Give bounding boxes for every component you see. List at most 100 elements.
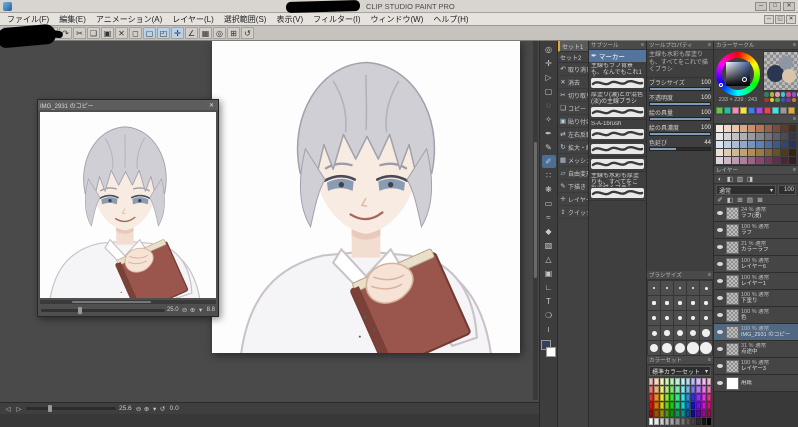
color-swatch[interactable] — [716, 107, 723, 114]
auto-select-tool-icon[interactable]: ◌ — [542, 99, 556, 112]
qa-draft-item[interactable]: ✎ 下描き — [558, 180, 588, 193]
color-swatch[interactable] — [654, 386, 659, 393]
figure-tool-icon[interactable]: △ — [542, 253, 556, 266]
minimize-button[interactable]: ─ — [755, 1, 767, 11]
menu-window[interactable]: ウィンドウ(W) — [366, 14, 429, 25]
color-swatch[interactable] — [680, 394, 685, 401]
brush-size-preset[interactable] — [661, 296, 673, 310]
qa-paste-item[interactable]: ▣ 貼り付け — [558, 115, 588, 128]
layer-visibility-toggle[interactable] — [716, 379, 724, 387]
brush-size-preset[interactable] — [687, 311, 699, 325]
snap-special-ruler-icon[interactable]: ∠ — [185, 27, 198, 39]
color-swatch[interactable] — [696, 418, 701, 425]
zoom-tool-icon[interactable]: ◎ — [542, 43, 556, 56]
selection-tool-icon[interactable]: ▢ — [542, 85, 556, 98]
color-swatch[interactable] — [685, 410, 690, 417]
eraser-tool-icon[interactable]: ▭ — [542, 197, 556, 210]
color-swatch[interactable] — [780, 107, 787, 114]
color-swatch[interactable] — [732, 107, 739, 114]
layer-opacity-field[interactable]: 100 — [778, 185, 796, 195]
fit-to-screen-icon[interactable]: ⊞ — [227, 27, 240, 39]
layer-row[interactable]: 100 % 通常 レイヤー3 — [714, 358, 798, 375]
color-swatch[interactable] — [780, 157, 788, 164]
brush-size-preset[interactable] — [700, 296, 712, 310]
delete-icon[interactable]: ✕ — [115, 27, 128, 39]
color-swatch[interactable] — [724, 107, 731, 114]
layer-visibility-toggle[interactable] — [716, 345, 724, 353]
color-swatch[interactable] — [732, 133, 740, 140]
panel-menu-icon[interactable]: ≡ — [708, 42, 711, 48]
brush-size-preset[interactable] — [661, 341, 673, 355]
color-swatch[interactable] — [696, 386, 701, 393]
color-swatch[interactable] — [696, 378, 701, 385]
color-swatch[interactable] — [685, 378, 690, 385]
qa-mesh-transform-item[interactable]: ▦ メッシュ変形 — [558, 154, 588, 167]
color-swatch[interactable] — [788, 157, 796, 164]
color-swatch[interactable] — [740, 133, 748, 140]
color-swatch[interactable] — [706, 394, 711, 401]
color-swatch[interactable] — [680, 378, 685, 385]
sub-tool-brush-item[interactable]: 厚塗り(濃)とか混色(淡)の主線ブラシ — [589, 91, 646, 120]
color-swatch[interactable] — [664, 402, 669, 409]
color-swatch[interactable] — [696, 410, 701, 417]
color-swatch[interactable] — [701, 386, 706, 393]
layer-row[interactable]: 31 % 通常 点途中 — [714, 341, 798, 358]
layer-effect-icon[interactable]: ◐ — [716, 176, 724, 183]
color-swatch[interactable] — [691, 386, 696, 393]
color-swatch[interactable] — [732, 141, 740, 148]
zoom-presets-icon[interactable]: ▾ — [151, 405, 159, 413]
panel-menu-icon[interactable]: ≡ — [641, 42, 644, 48]
color-swatch[interactable] — [764, 149, 772, 156]
navigate-left-icon[interactable]: ◁ — [4, 405, 12, 413]
color-swatch[interactable] — [706, 378, 711, 385]
color-swatch[interactable] — [685, 402, 690, 409]
color-swatch[interactable] — [696, 394, 701, 401]
color-swatch[interactable] — [649, 378, 654, 385]
color-swatch[interactable] — [670, 394, 675, 401]
color-swatch[interactable] — [791, 97, 796, 102]
text-tool-icon[interactable]: T — [542, 295, 556, 308]
layer-visibility-toggle[interactable] — [716, 260, 724, 268]
color-swatch[interactable] — [670, 386, 675, 393]
qa-move-layer-item[interactable]: ✛ レイヤー移動 — [558, 193, 588, 206]
layer-row[interactable]: 100 % 通常 下塗り — [714, 290, 798, 307]
layer-visibility-toggle[interactable] — [716, 226, 724, 234]
layer-visibility-toggle[interactable] — [716, 362, 724, 370]
vertical-scrollbar[interactable] — [533, 41, 538, 400]
color-swatch[interactable] — [769, 92, 774, 97]
pencil-tool-icon[interactable]: ✎ — [542, 141, 556, 154]
panel-menu-icon[interactable]: ≡ — [793, 116, 796, 122]
color-swatch[interactable] — [691, 394, 696, 401]
grid-icon[interactable]: ▦ — [199, 27, 212, 39]
color-swatch[interactable] — [740, 157, 748, 164]
color-set-tab[interactable]: カラーセット — [649, 356, 682, 364]
color-swatch[interactable] — [732, 149, 740, 156]
layer-mask-icon[interactable]: ◧ — [726, 175, 734, 183]
brush-size-preset[interactable] — [674, 311, 686, 325]
property-slider[interactable] — [649, 131, 711, 136]
color-swatch[interactable] — [732, 125, 740, 132]
color-swatch[interactable] — [772, 149, 780, 156]
color-swatch[interactable] — [685, 386, 690, 393]
layer-visibility-toggle[interactable] — [716, 277, 724, 285]
color-swatch[interactable] — [659, 378, 664, 385]
sub-tool-brush-item[interactable]: 主線も水彩も厚塗りも、すべてをこれで描くブラシ — [589, 172, 646, 201]
layer-visibility-toggle[interactable] — [716, 294, 724, 302]
color-swatch[interactable] — [786, 97, 791, 102]
sub-tool-brush-item[interactable] — [589, 157, 646, 172]
color-swatch[interactable] — [670, 402, 675, 409]
color-swatch[interactable] — [680, 410, 685, 417]
layers-tab[interactable]: レイヤー — [716, 166, 738, 174]
zoom-slider[interactable] — [41, 306, 165, 314]
layer-visibility-toggle[interactable] — [716, 311, 724, 319]
property-slider[interactable] — [649, 86, 711, 91]
color-swatch[interactable] — [772, 141, 780, 148]
brush-size-preset[interactable] — [687, 326, 699, 340]
background-color-chip[interactable] — [546, 347, 556, 357]
color-swatch[interactable] — [649, 402, 654, 409]
color-swatch[interactable] — [664, 386, 669, 393]
close-icon[interactable]: ✕ — [207, 102, 216, 109]
brush-size-preset[interactable] — [674, 341, 686, 355]
color-swatch[interactable] — [780, 133, 788, 140]
brush-size-preset[interactable] — [700, 311, 712, 325]
